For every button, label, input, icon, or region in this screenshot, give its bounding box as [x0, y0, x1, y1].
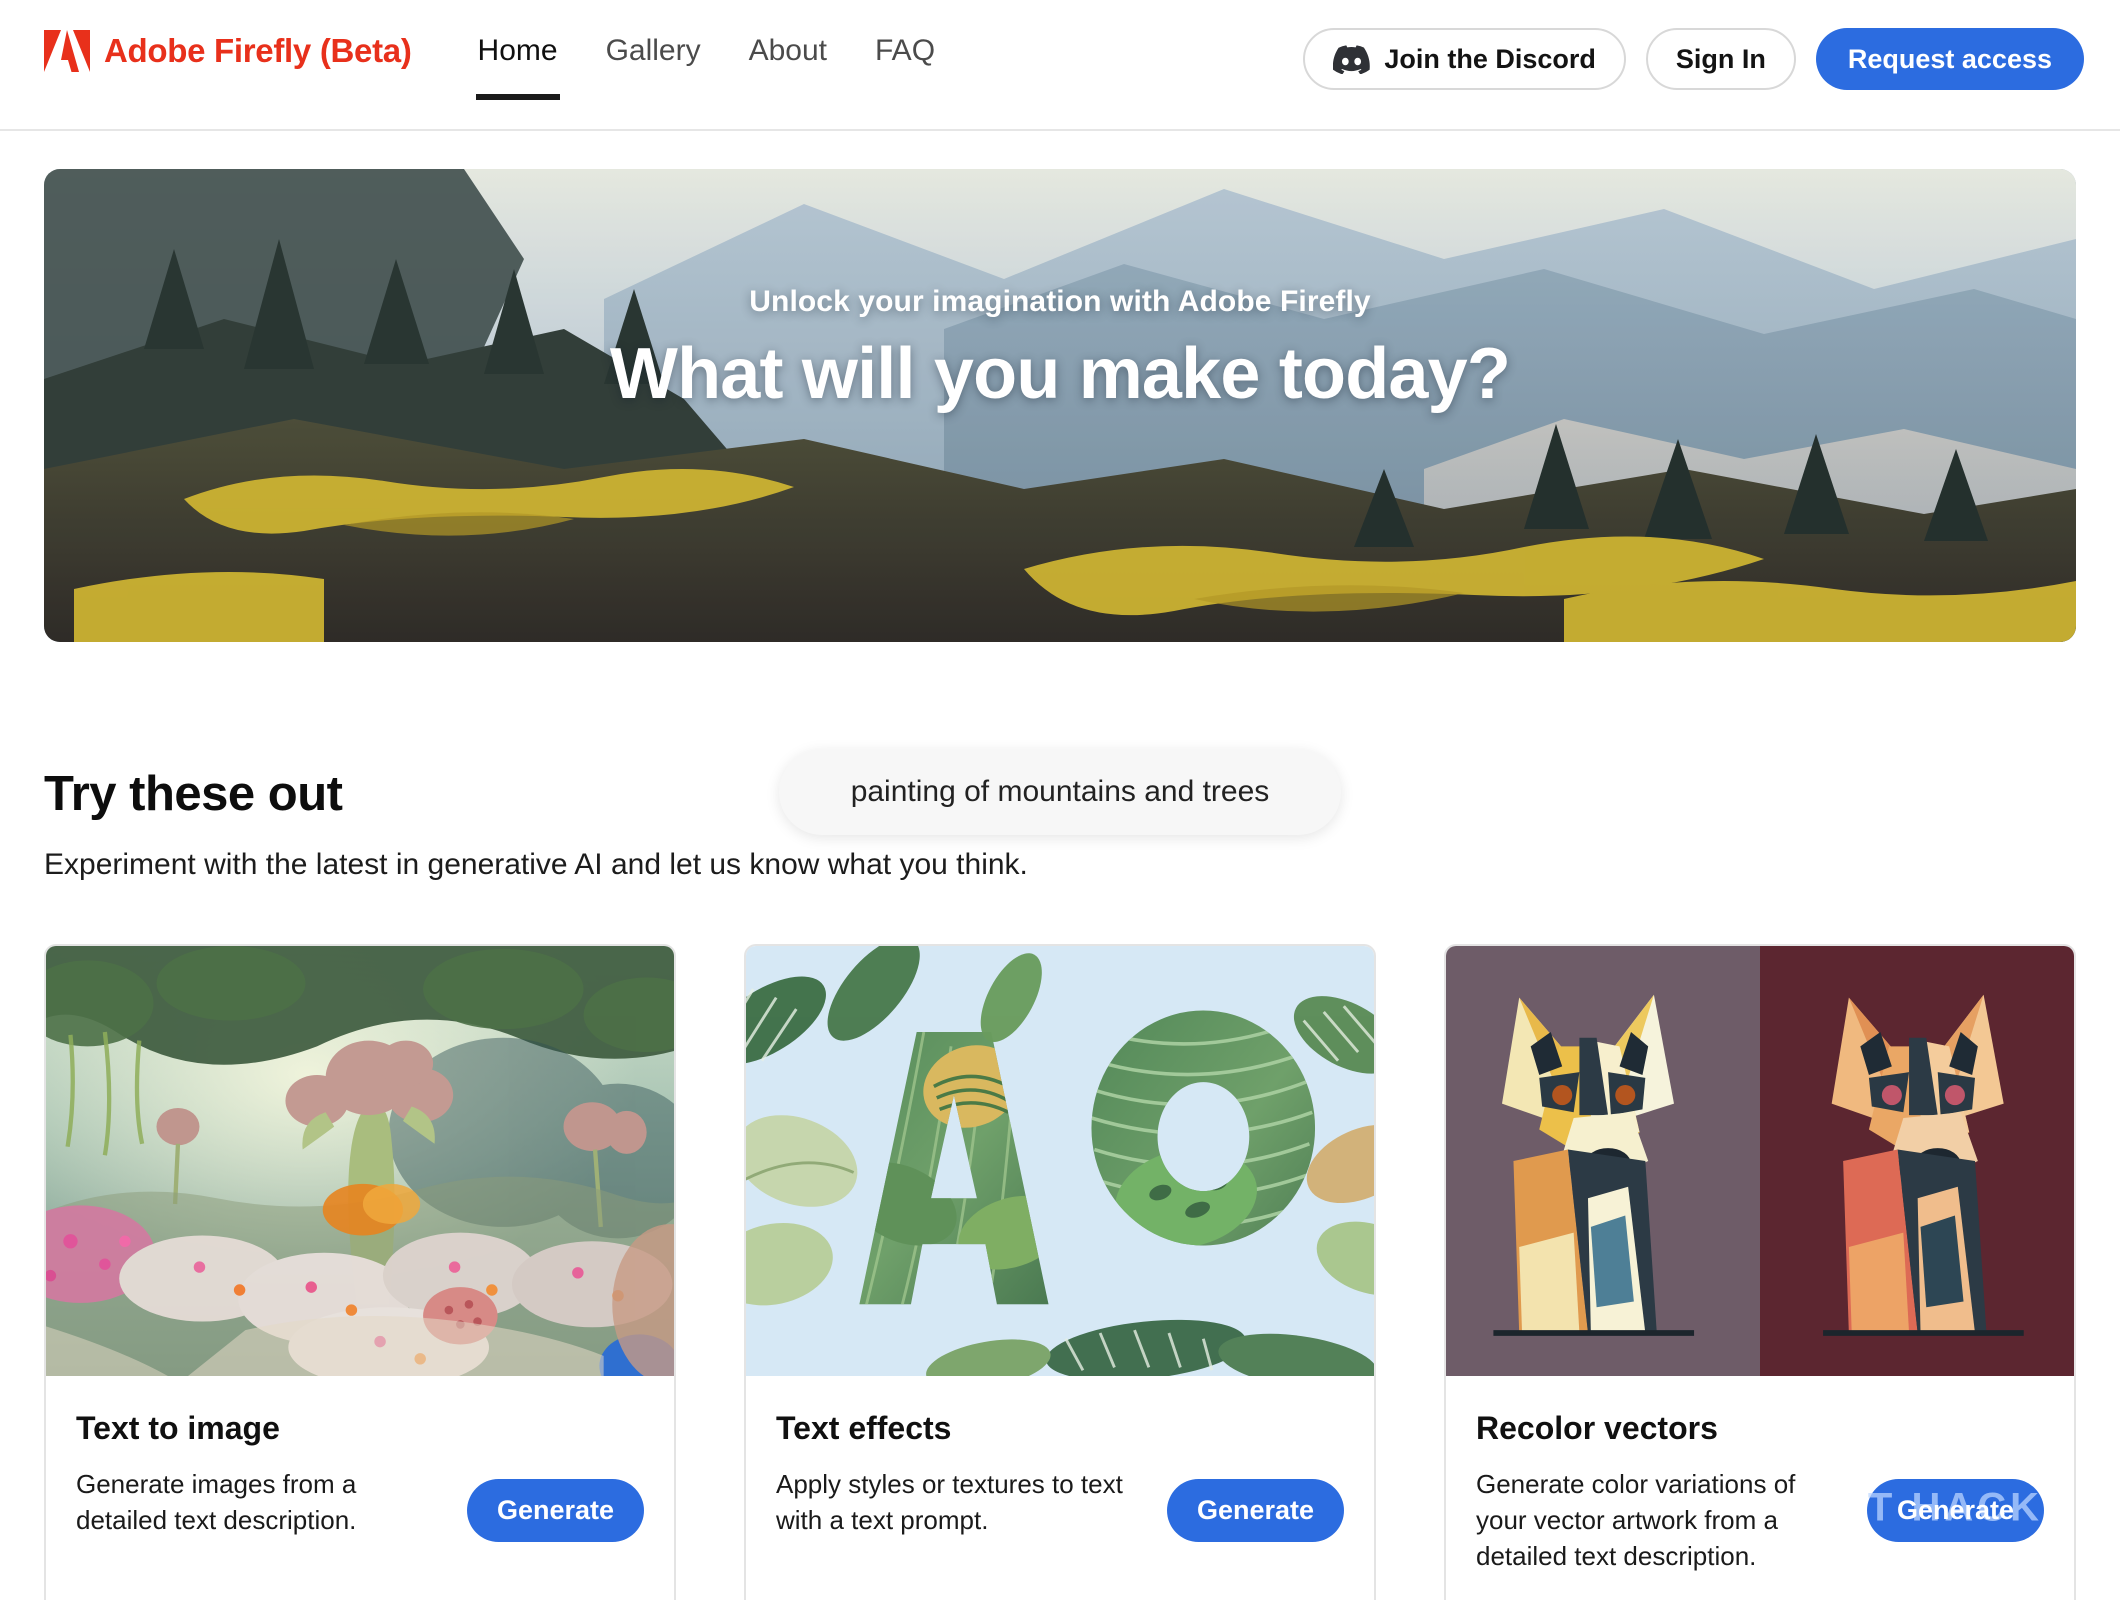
generate-label: Generate: [1896, 1495, 2014, 1525]
card-body-text-to-image: Text to image Generate images from a det…: [46, 1376, 674, 1582]
card-title-recolor-vectors: Recolor vectors: [1476, 1410, 1718, 1446]
card-body-recolor-vectors: Recolor vectors Generate color variation…: [1446, 1376, 2074, 1600]
site-header: Adobe Firefly (Beta) Home Gallery About …: [0, 0, 2120, 131]
hero-section: Unlock your imagination with Adobe Firef…: [0, 169, 2120, 835]
generate-label: Generate: [1196, 1495, 1314, 1525]
adobe-a-logo-icon: [44, 30, 90, 72]
card-body-text-effects: Text effects Apply styles or textures to…: [746, 1376, 1374, 1582]
join-discord-button[interactable]: Join the Discord: [1303, 28, 1626, 90]
header-actions: Join the Discord Sign In Request access: [1303, 28, 2084, 90]
hero-banner: Unlock your imagination with Adobe Firef…: [44, 169, 2076, 642]
hero-text-block: Unlock your imagination with Adobe Firef…: [44, 285, 2076, 415]
generate-label: Generate: [496, 1495, 614, 1525]
fantasy-garden-image: [46, 946, 674, 1376]
generate-button-text-to-image[interactable]: Generate: [466, 1479, 644, 1542]
feature-card-text-to-image[interactable]: Text to image Generate images from a det…: [44, 944, 676, 1600]
card-description-text-to-image: Generate images from a detailed text des…: [76, 1469, 357, 1535]
card-media-text-to-image: [46, 946, 674, 1376]
join-discord-label: Join the Discord: [1384, 43, 1596, 74]
card-title-text-effects: Text effects: [776, 1410, 952, 1446]
geometric-dogs-image: [1446, 946, 2074, 1376]
card-description-text-effects: Apply styles or textures to text with a …: [776, 1469, 1123, 1535]
card-row-text-to-image: Generate images from a detailed text des…: [76, 1467, 644, 1542]
nav-item-faq[interactable]: FAQ: [851, 34, 959, 68]
card-media-text-effects: [746, 946, 1374, 1376]
main-nav: Home Gallery About FAQ: [454, 34, 959, 100]
leaf-letters-image: [746, 946, 1374, 1376]
feature-card-grid: Text to image Generate images from a det…: [0, 944, 2120, 1600]
prompt-input[interactable]: painting of mountains and trees: [779, 749, 1341, 835]
sign-in-button[interactable]: Sign In: [1645, 28, 1796, 90]
feature-card-text-effects[interactable]: Text effects Apply styles or textures to…: [744, 944, 1376, 1600]
nav-item-home[interactable]: Home: [454, 34, 582, 100]
discord-icon: [1333, 44, 1371, 74]
card-media-recolor-vectors: [1446, 946, 2074, 1376]
generate-button-recolor-vectors[interactable]: T HACK Generate: [1866, 1479, 2044, 1542]
brand-logo[interactable]: Adobe Firefly (Beta): [44, 30, 412, 72]
request-access-button[interactable]: Request access: [1815, 28, 2084, 90]
section-subtitle: Experiment with the latest in generative…: [44, 848, 1028, 881]
sign-in-label: Sign In: [1675, 43, 1766, 74]
generate-button-text-effects[interactable]: Generate: [1166, 1479, 1344, 1542]
prompt-input-value: painting of mountains and trees: [850, 775, 1270, 808]
hero-kicker: Unlock your imagination with Adobe Firef…: [749, 285, 1371, 318]
nav-item-gallery[interactable]: Gallery: [582, 34, 725, 68]
hero-title: What will you make today?: [609, 334, 1511, 414]
card-description-recolor-vectors: Generate color variations of your vector…: [1476, 1469, 1796, 1571]
card-title-text-to-image: Text to image: [76, 1410, 280, 1446]
card-row-text-effects: Apply styles or textures to text with a …: [776, 1467, 1344, 1542]
brand-name: Adobe Firefly (Beta): [104, 32, 412, 69]
request-access-label: Request access: [1847, 43, 2052, 74]
nav-item-about[interactable]: About: [725, 34, 851, 68]
card-row-recolor-vectors: Generate color variations of your vector…: [1476, 1467, 2044, 1575]
feature-card-recolor-vectors[interactable]: Recolor vectors Generate color variation…: [1444, 944, 2076, 1600]
